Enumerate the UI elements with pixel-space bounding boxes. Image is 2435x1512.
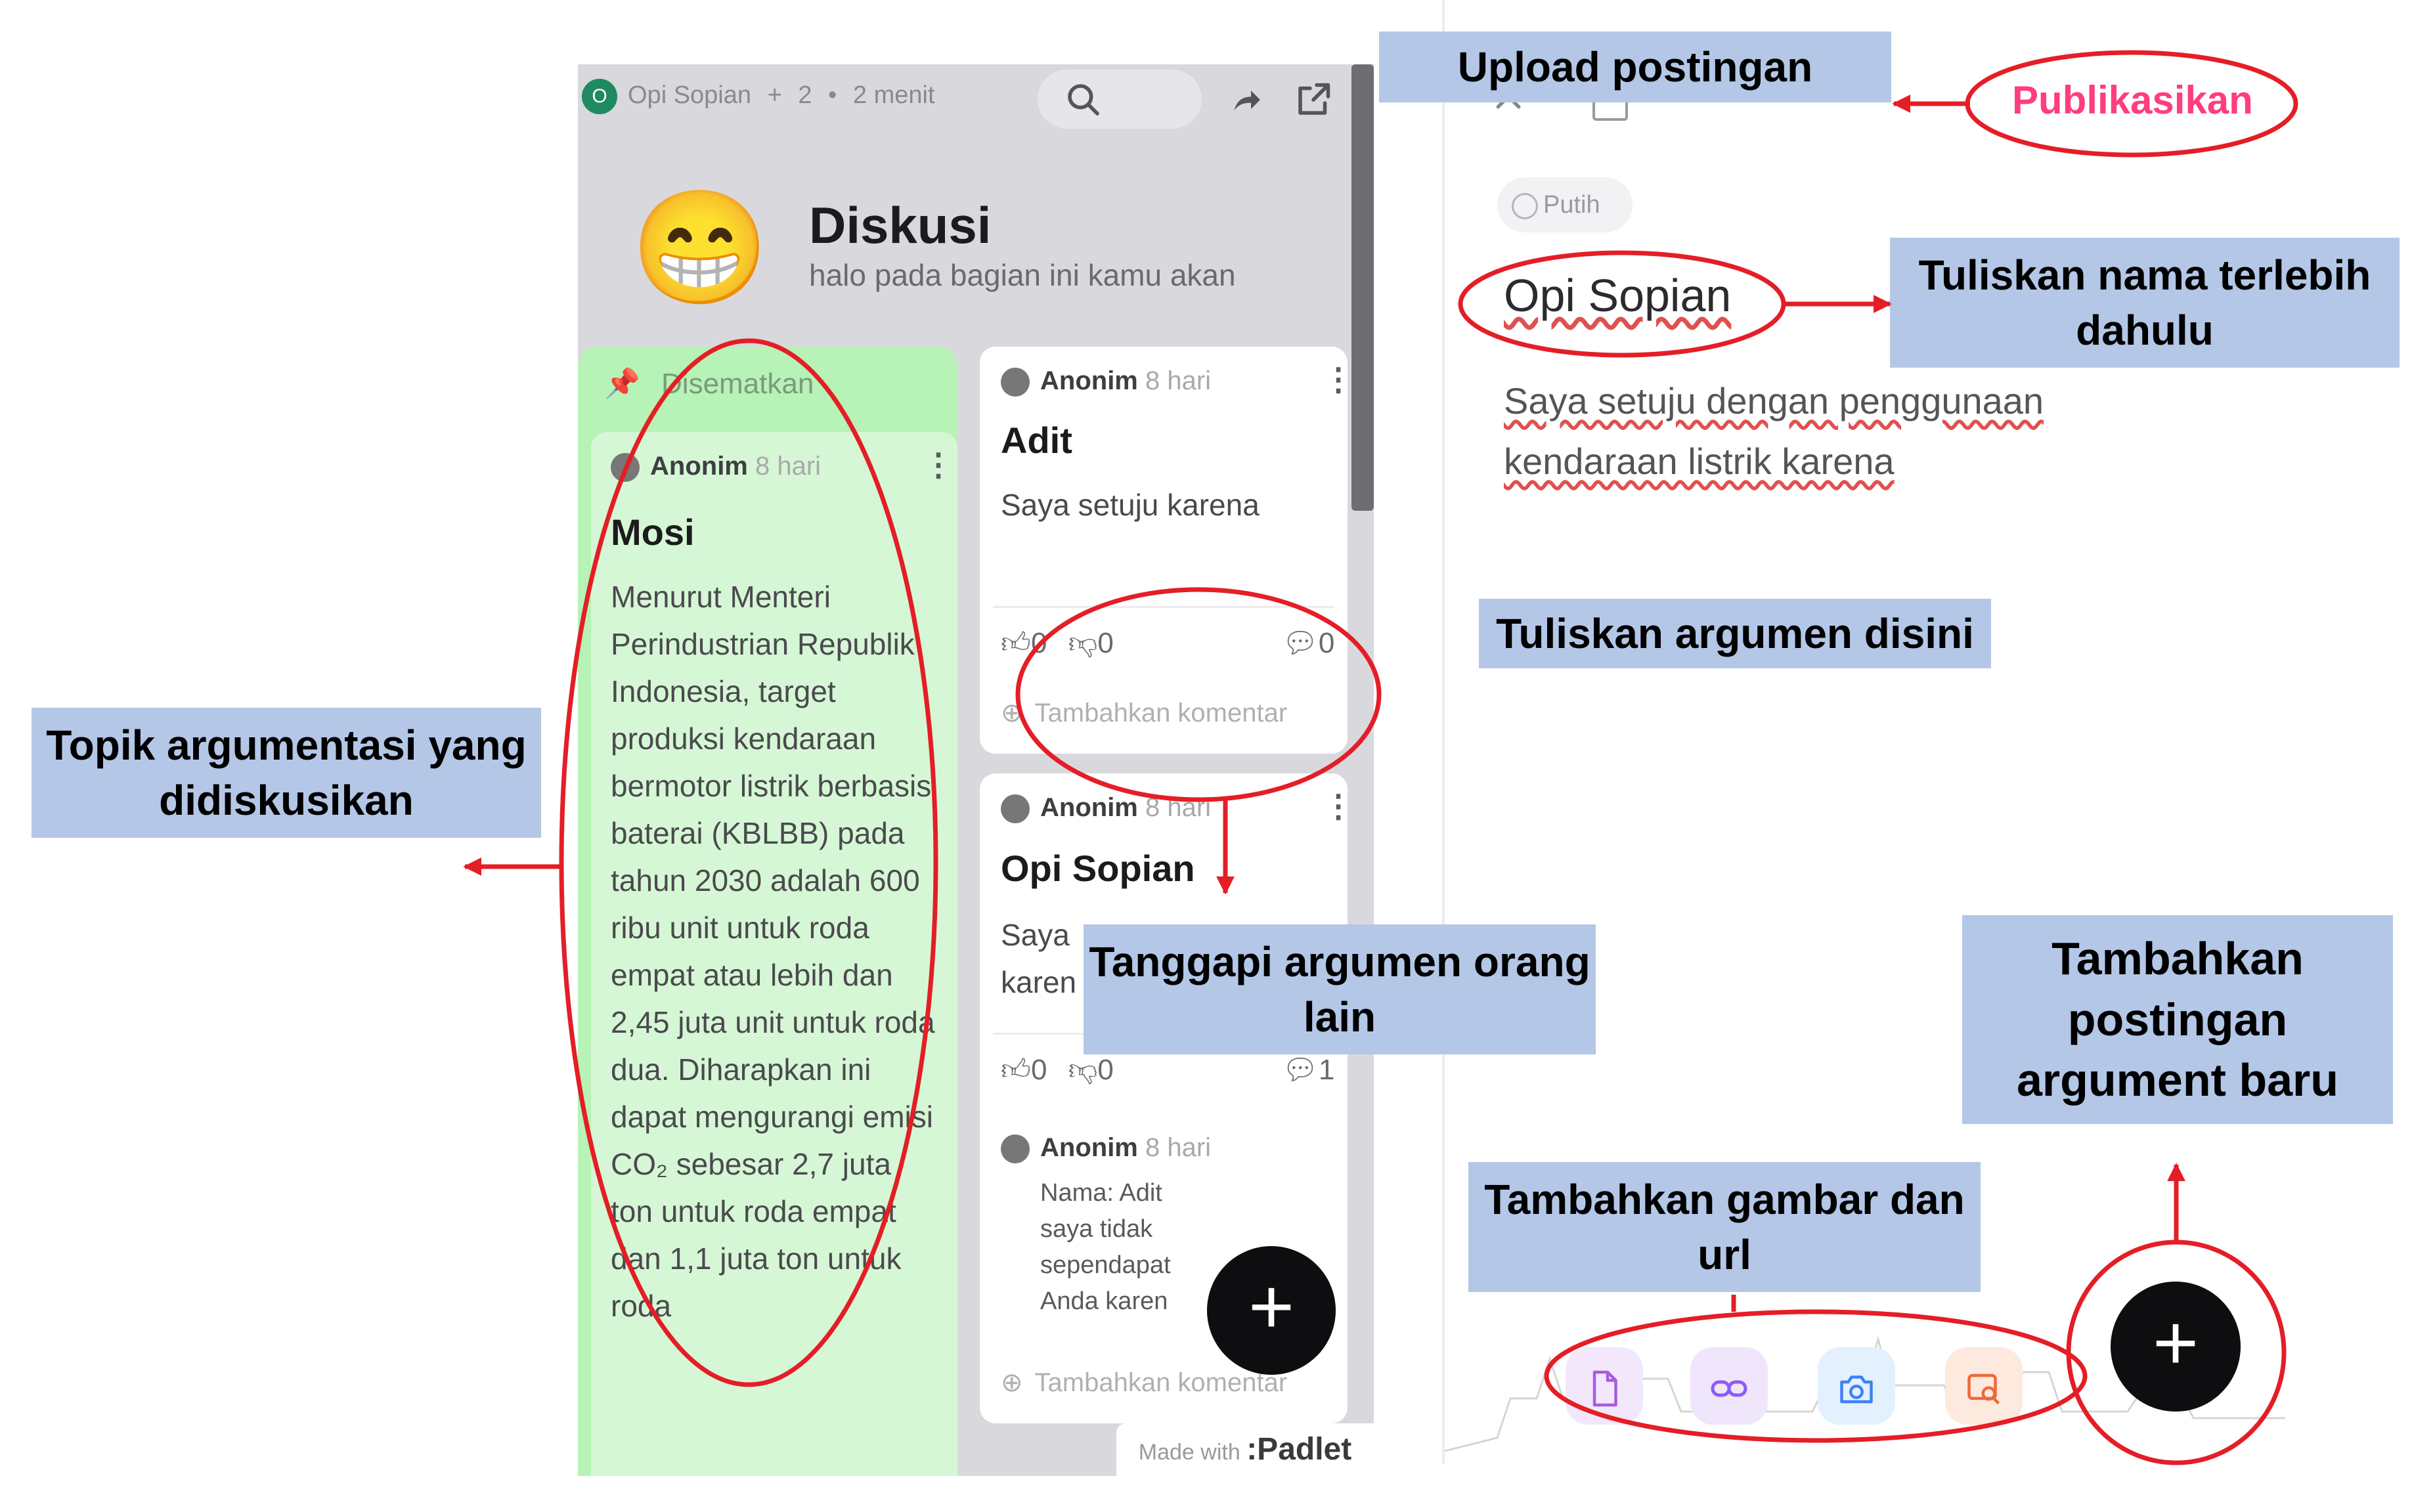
publish-highlight [1965,50,2298,158]
media-highlight [1544,1309,2088,1443]
topic-highlight [559,338,938,1387]
annotation-overlay [463,50,2298,1465]
add-post-highlight [2066,1240,2287,1465]
name-highlight [1458,250,1786,358]
reaction-highlight [1015,587,1382,802]
